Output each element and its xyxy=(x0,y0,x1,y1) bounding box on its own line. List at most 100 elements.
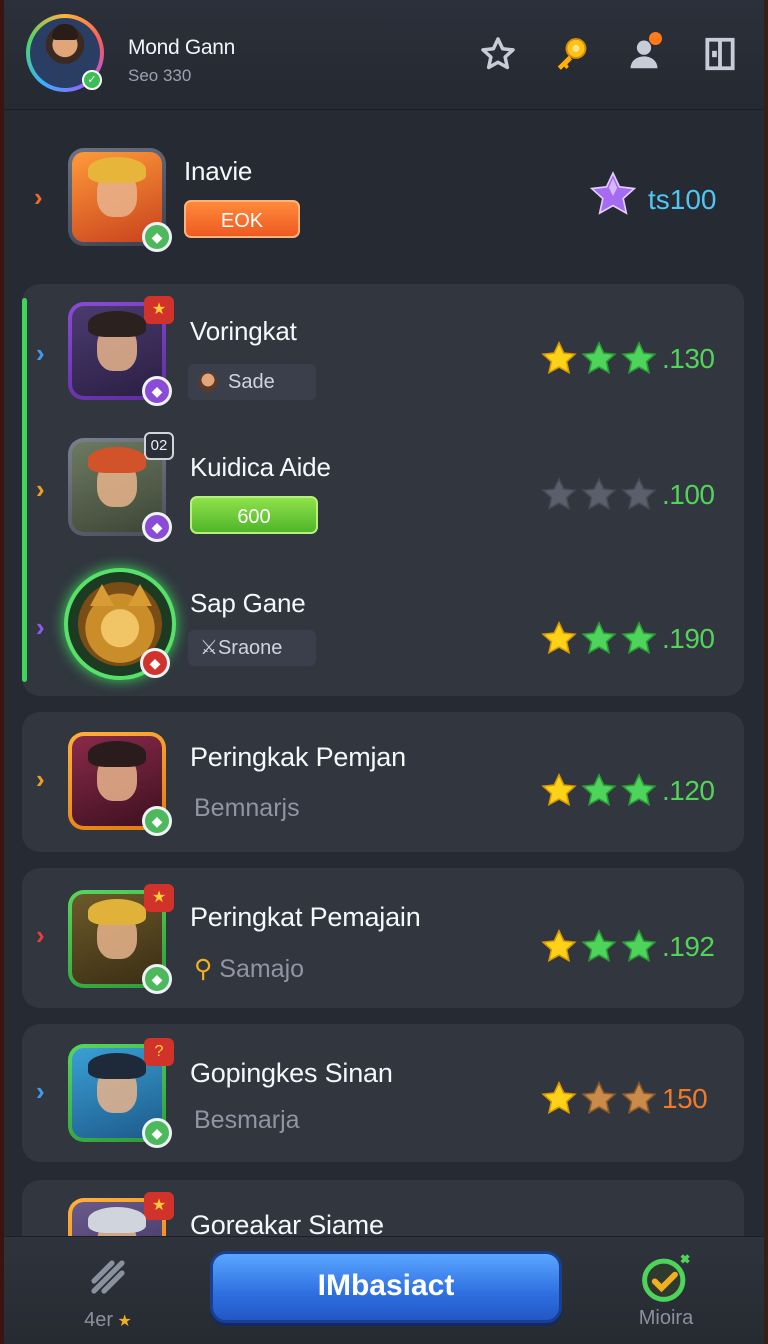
chevron-right-icon: › xyxy=(36,920,45,950)
item-title: Voringkat xyxy=(190,316,297,346)
item-subtitle: ⚲ Samajo xyxy=(194,954,304,984)
star-icon xyxy=(621,476,657,511)
chevron-right-icon: › xyxy=(36,764,45,794)
player-portrait: ? ◆ xyxy=(68,1038,174,1148)
sword-icon: ⚔ xyxy=(200,637,218,659)
star-icon xyxy=(541,772,577,807)
score-value: .100 xyxy=(662,479,715,510)
key-icon[interactable] xyxy=(552,34,592,74)
mini-avatar-icon xyxy=(198,372,218,392)
value-pill: 600 xyxy=(190,496,318,534)
shield-badge-icon: ◆ xyxy=(142,964,172,994)
featured-title: Inavie xyxy=(184,156,253,186)
subtitle-label: Samajo xyxy=(219,955,305,983)
list-card[interactable]: › ◆ Peringkak Pemjan Bemnarjs .120 xyxy=(22,712,744,852)
shield-badge-icon: ◆ xyxy=(142,222,172,252)
item-subtitle: Bemnarjs xyxy=(194,794,300,822)
star-icon xyxy=(621,1080,657,1115)
chevron-right-icon: › xyxy=(36,474,45,504)
featured-portrait: ◆ xyxy=(68,148,172,252)
rating: .120 xyxy=(540,772,715,810)
pet-portrait: ◆ xyxy=(64,568,176,680)
rating: .192 xyxy=(540,928,715,966)
star-icon xyxy=(581,928,617,963)
item-title: Peringkak Pemjan xyxy=(190,742,406,772)
check-circle-icon xyxy=(642,1254,690,1302)
tag-badge-icon: ◆ xyxy=(140,648,170,678)
chip-label: Sraone xyxy=(217,637,283,659)
item-title: Kuidica Aide xyxy=(190,452,331,482)
user-subtitle: Seo 330 xyxy=(128,66,192,85)
score-value: .192 xyxy=(662,931,715,962)
online-status-icon: ✓ xyxy=(82,70,102,90)
item-title: Sap Gane xyxy=(190,588,306,618)
player-portrait: ★ ◆ xyxy=(68,296,174,406)
header-bar: ✓ Mond Gann Seo 330 xyxy=(4,0,764,110)
rating: 150 xyxy=(540,1080,708,1118)
star-icon xyxy=(621,340,657,375)
app-screen: ✓ Mond Gann Seo 330 › ◆ Inavie EOK ts100… xyxy=(4,0,764,1344)
tab-left[interactable]: 4er ★ xyxy=(68,1253,148,1337)
group-accent-line xyxy=(22,298,27,682)
notification-dot xyxy=(649,32,662,45)
gem-badge-icon: ◆ xyxy=(142,512,172,542)
item-subtitle: Besmarja xyxy=(194,1106,300,1134)
star-badge-icon: ★ xyxy=(144,1192,174,1220)
question-badge: ? xyxy=(144,1038,174,1066)
tab-right-label: Mioira xyxy=(638,1307,694,1329)
star-icon xyxy=(541,476,577,511)
shield-badge-icon: ◆ xyxy=(142,1118,172,1148)
list-card[interactable]: › ? ◆ Gopingkes Sinan Besmarja 150 xyxy=(22,1024,744,1162)
score-value: .130 xyxy=(662,343,715,374)
star-outline-icon[interactable] xyxy=(478,34,518,74)
leaderboard-icon xyxy=(91,1260,125,1294)
star-icon xyxy=(621,772,657,807)
profile-icon[interactable] xyxy=(624,32,664,74)
star-icon xyxy=(621,620,657,655)
score-value: .120 xyxy=(662,775,715,806)
score-value: .190 xyxy=(662,623,715,654)
user-name: Mond Gann xyxy=(128,36,236,59)
star-icon: ★ xyxy=(113,1313,132,1330)
chevron-right-icon: › xyxy=(34,182,43,212)
item-chip: Sade xyxy=(188,364,316,400)
star-icon xyxy=(541,1080,577,1115)
item-title: Gopingkes Sinan xyxy=(190,1058,393,1088)
star-icon xyxy=(581,476,617,511)
star-icon xyxy=(541,620,577,655)
star-icon xyxy=(581,772,617,807)
chevron-right-icon: › xyxy=(36,338,45,368)
user-avatar[interactable]: ✓ xyxy=(26,14,104,92)
star-badge-icon: ★ xyxy=(144,296,174,324)
key-icon: ⚲ xyxy=(194,955,213,983)
exit-icon[interactable] xyxy=(700,34,740,74)
star-icon xyxy=(621,928,657,963)
chevron-right-icon: › xyxy=(36,612,45,642)
purple-star-gem-icon xyxy=(589,171,637,215)
star-icon xyxy=(581,620,617,655)
star-icon xyxy=(581,340,617,375)
item-title: Peringkat Pemajain xyxy=(190,902,421,932)
star-badge-icon: ★ xyxy=(144,884,174,912)
rating: .100 xyxy=(540,476,715,514)
featured-button[interactable]: EOK xyxy=(184,200,300,238)
tab-left-text: 4er xyxy=(84,1309,114,1331)
list-card[interactable]: › ★ ◆ Peringkat Pemajain ⚲ Samajo .192 xyxy=(22,868,744,1008)
tab-right[interactable]: Mioira xyxy=(616,1251,716,1335)
gem-badge-icon: ◆ xyxy=(142,376,172,406)
tab-left-label: 4er ★ xyxy=(68,1309,148,1332)
star-icon xyxy=(541,340,577,375)
player-portrait: 02 ◆ xyxy=(68,432,174,542)
player-portrait: ★ ◆ xyxy=(68,884,174,994)
rating: .130 xyxy=(540,340,715,378)
rating: .190 xyxy=(540,620,715,658)
bottom-bar: 4er ★ IMbasiact Mioira xyxy=(4,1236,764,1344)
shield-badge-icon: ◆ xyxy=(142,806,172,836)
level-badge: 02 xyxy=(144,432,174,460)
main-action-button[interactable]: IMbasiact xyxy=(210,1251,562,1323)
chip-label: Sade xyxy=(228,371,275,393)
gem-count: ts100 xyxy=(648,184,717,215)
chevron-right-icon: › xyxy=(36,1076,45,1106)
star-icon xyxy=(541,928,577,963)
star-icon xyxy=(581,1080,617,1115)
